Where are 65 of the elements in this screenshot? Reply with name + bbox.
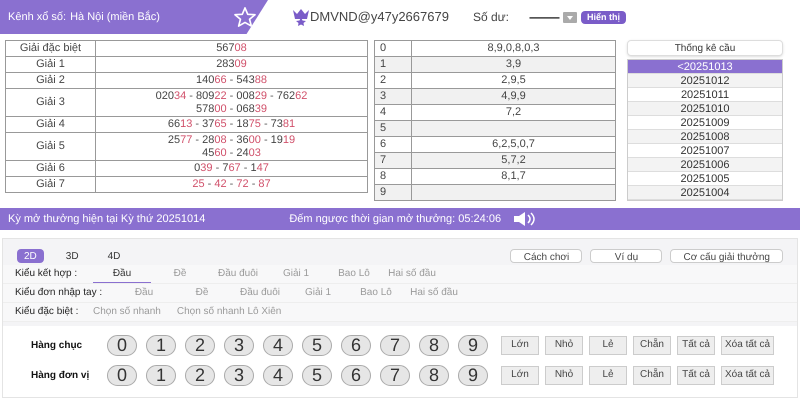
bet-option[interactable]: Đầu [93,266,151,282]
date-item[interactable]: 20251012 [628,74,782,88]
countdown-text: Đếm ngược thời gian mở thưởng: 05:24:06 [289,212,502,227]
filter-button[interactable]: Chẵn [633,336,671,354]
prize-name: Giải 1 [6,56,96,72]
filter-button[interactable]: Lớn [501,336,539,354]
date-item[interactable]: 20251009 [628,116,782,130]
filter-button[interactable]: Lẻ [589,336,627,354]
filter-button[interactable]: Chẵn [633,366,671,384]
show-balance-button[interactable]: Hiển thị [580,10,626,24]
prize-name: Giải 7 [6,176,96,192]
date-item[interactable]: <20251013 [628,60,782,74]
digit-cell: 0 [374,40,412,56]
game-tab[interactable]: 2D [17,248,44,262]
filter-button[interactable]: Nhỏ [545,336,583,354]
date-item[interactable]: 20251008 [628,130,782,144]
filter-button[interactable]: Xóa tất cả [721,366,774,384]
dropdown-icon[interactable] [562,12,577,22]
bet-type-label: Kiểu đặc biệt : [15,305,80,319]
prize-numbers-cell: 56708 [96,40,368,56]
bet-type-label: Kiểu kết hợp : [15,267,78,281]
badge-icon [292,8,310,26]
current-draw-text: Kỳ mở thưởng hiện tại Kỳ thứ 20251014 [8,212,206,227]
bridge-stats-button[interactable]: Thống kê cầu [627,40,783,56]
bet-type-label: Kiểu đơn nhập tay : [15,286,104,300]
prize-numbers-cell: 6613 - 3765 - 1875 - 7381 [96,116,368,132]
channel-name: Hà Nội (miền Bắc) [70,10,160,25]
help-button[interactable]: Cơ cấu giải thưởng [670,248,783,262]
prize-name: Giải đặc biệt [6,40,96,56]
date-item[interactable]: 20251004 [628,186,782,200]
balance-label: Số dư: [472,9,509,26]
prize-name: Giải 6 [6,160,96,176]
prize-name: Giải 5 [6,132,96,160]
prize-numbers-cell: 25 - 42 - 72 - 87 [96,176,368,192]
game-tab[interactable]: 4D [100,248,128,262]
row-label: Hàng chục [30,338,84,352]
prize-numbers-cell: 039 - 767 - 147 [96,160,368,176]
date-item[interactable]: 20251010 [628,102,782,116]
filter-button[interactable]: Tất cả [677,336,715,354]
date-item[interactable]: 20251011 [628,88,782,102]
prize-name: Giải 3 [6,88,96,116]
game-tab[interactable]: 3D [58,248,86,262]
favorite-star-icon[interactable] [234,7,256,27]
prize-numbers-cell: 28309 [96,56,368,72]
username: DMVND@y47y2667679 [310,8,449,26]
filter-button[interactable]: Tất cả [677,366,715,384]
filter-button[interactable]: Nhỏ [545,366,583,384]
filter-button[interactable]: Lớn [501,366,539,384]
row-label: Hàng đơn vị [30,368,90,382]
filter-button[interactable]: Xóa tất cả [721,336,774,354]
help-button[interactable]: Ví dụ [590,248,662,262]
prize-numbers-cell: 14066 - 54388 [96,72,368,88]
date-item[interactable]: 20251005 [628,172,782,186]
date-item[interactable]: 20251007 [628,144,782,158]
prize-numbers-cell: 02034 - 80922 - 00829 - 76262 57800 - 06839 [96,88,368,116]
values-cell: 8,9,0,8,0,3 [412,40,616,56]
help-button[interactable]: Cách chơi [510,248,582,262]
digit-cell: 9 [374,184,412,200]
prize-name: Giải 2 [6,72,96,88]
date-item[interactable]: 20251006 [628,158,782,172]
prize-numbers-cell: 2577 - 2808 - 3600 - 1919 4560 - 2403 [96,132,368,160]
prize-name: Giải 4 [6,116,96,132]
balance-value: ---------- [529,9,559,26]
channel-label: Kênh xổ số: [8,10,66,25]
filter-button[interactable]: Lẻ [589,366,627,384]
